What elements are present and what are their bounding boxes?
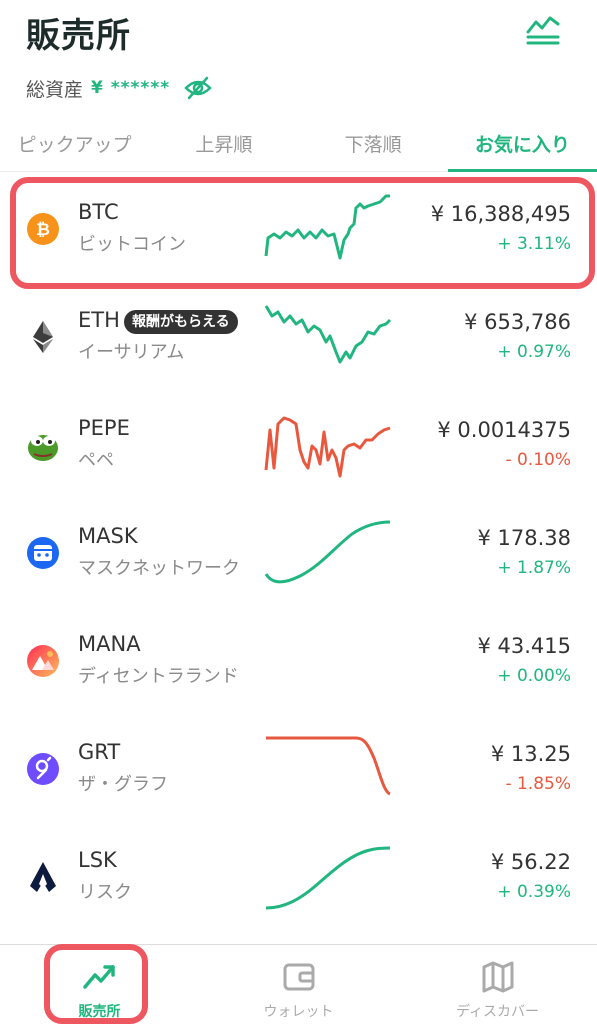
coin-symbol: ETH: [78, 308, 120, 332]
coin-row-grt[interactable]: GRT ザ・グラフ ¥ 13.25 - 1.85%: [0, 712, 597, 820]
coin-price: ¥ 13.25: [490, 742, 571, 766]
coin-row-eth[interactable]: ETH 報酬がもらえる イーサリアム ¥ 653,786 + 0.97%: [0, 280, 597, 388]
reward-badge: 報酬がもらえる: [124, 310, 238, 334]
sparkline: [264, 416, 391, 478]
coin-row-mask[interactable]: MASK マスクネットワーク ¥ 178.38 + 1.87%: [0, 496, 597, 604]
coin-symbol: MASK: [78, 524, 138, 548]
tab-favorites[interactable]: お気に入り: [447, 118, 597, 172]
chart-view-icon[interactable]: [524, 12, 562, 46]
sparkline: [266, 736, 391, 796]
coin-name: マスクネットワーク: [78, 558, 240, 579]
nav-wallet[interactable]: ウォレット: [199, 945, 398, 1024]
nav-discover[interactable]: ディスカバー: [398, 945, 597, 1024]
coin-name: ディセントラランド: [78, 666, 239, 687]
coin-change: + 0.97%: [497, 342, 571, 362]
lisk-icon: [30, 862, 56, 892]
coin-price: ¥ 0.0014375: [437, 418, 571, 442]
sparkline: [265, 846, 391, 910]
coin-price: ¥ 56.22: [490, 850, 571, 874]
map-icon: [482, 961, 513, 993]
coin-row-pepe[interactable]: PEPE ペペ ¥ 0.0014375 - 0.10%: [0, 388, 597, 496]
tab-rising[interactable]: 上昇順: [149, 118, 298, 171]
coin-price: ¥ 178.38: [477, 526, 571, 550]
coin-name: リスク: [78, 882, 132, 903]
page-title: 販売所: [26, 16, 131, 56]
nav-exchange[interactable]: 販売所: [0, 945, 199, 1024]
coin-name: ペペ: [78, 450, 114, 471]
tab-falling[interactable]: 下落順: [299, 118, 448, 171]
coin-symbol: MANA: [78, 632, 141, 656]
graph-icon: [27, 753, 59, 785]
sparkline: [264, 305, 392, 364]
coin-change: + 0.00%: [497, 666, 571, 686]
nav-label: ディスカバー: [455, 1004, 540, 1020]
coin-symbol: PEPE: [78, 416, 130, 440]
total-assets: 総資産 ¥ ******: [26, 74, 212, 102]
coin-row-btc[interactable]: ₿ BTC ビットコイン ¥ 16,388,495 + 3.11%: [0, 172, 597, 289]
nav-label: ウォレット: [263, 1004, 334, 1020]
coin-change: - 0.10%: [505, 450, 571, 470]
bitcoin-icon: ₿: [27, 213, 59, 245]
header: 販売所: [0, 0, 597, 60]
coin-symbol: BTC: [78, 200, 119, 224]
coin-row-lsk[interactable]: LSK リスク ¥ 56.22 + 0.39%: [0, 820, 597, 928]
coin-name: ビットコイン: [78, 234, 186, 255]
coin-change: + 0.39%: [497, 882, 571, 902]
eye-off-icon[interactable]: [184, 75, 212, 101]
svg-text:₿: ₿: [36, 220, 50, 240]
coin-change: + 1.87%: [497, 558, 571, 578]
tab-pickup[interactable]: ピックアップ: [0, 118, 149, 171]
bottom-nav: 販売所 ウォレット ディスカバー: [0, 944, 597, 1024]
trend-up-icon: [82, 965, 115, 989]
tab-bar: ピックアップ 上昇順 下落順 お気に入り: [0, 118, 597, 172]
ethereum-icon: [33, 321, 53, 353]
coin-row-mana[interactable]: MANA ディセントラランド ¥ 43.415 + 0.00%: [0, 604, 597, 712]
nav-label: 販売所: [78, 1004, 121, 1020]
coin-price: ¥ 16,388,495: [430, 202, 571, 226]
coin-price: ¥ 43.415: [477, 634, 571, 658]
coin-change: + 3.11%: [497, 234, 571, 254]
coin-symbol: LSK: [78, 848, 117, 872]
decentraland-icon: [27, 645, 59, 677]
coin-change: - 1.85%: [505, 774, 571, 794]
sparkline: [264, 520, 391, 584]
coin-name: ザ・グラフ: [78, 774, 168, 795]
coin-name: イーサリアム: [78, 342, 185, 363]
pepe-icon: [28, 435, 58, 461]
coin-symbol: GRT: [78, 740, 121, 764]
total-assets-label: 総資産: [26, 78, 84, 101]
total-assets-value: ¥ ******: [91, 78, 171, 98]
sparkline: [264, 194, 390, 260]
coin-price: ¥ 653,786: [464, 310, 571, 334]
wallet-icon: [283, 963, 314, 991]
mask-icon: [27, 537, 59, 569]
